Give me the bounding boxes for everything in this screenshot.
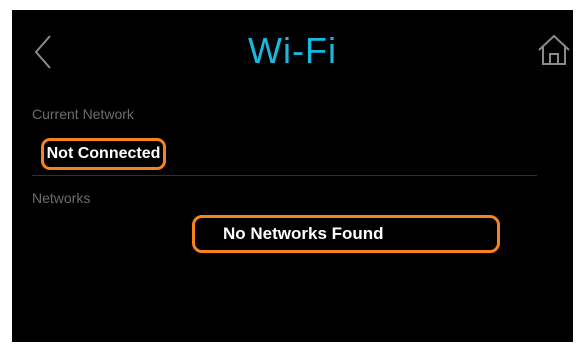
- home-button[interactable]: [537, 32, 573, 72]
- page-title: Wi-Fi: [248, 30, 337, 71]
- divider: [32, 175, 537, 176]
- current-network-value: Not Connected: [41, 138, 166, 170]
- home-icon: [538, 34, 570, 65]
- no-networks-message: No Networks Found: [192, 215, 500, 253]
- networks-label: Networks: [32, 190, 91, 206]
- current-network-label: Current Network: [32, 106, 134, 122]
- wifi-screen: Wi-Fi Current Network Not Connected Netw…: [12, 10, 573, 342]
